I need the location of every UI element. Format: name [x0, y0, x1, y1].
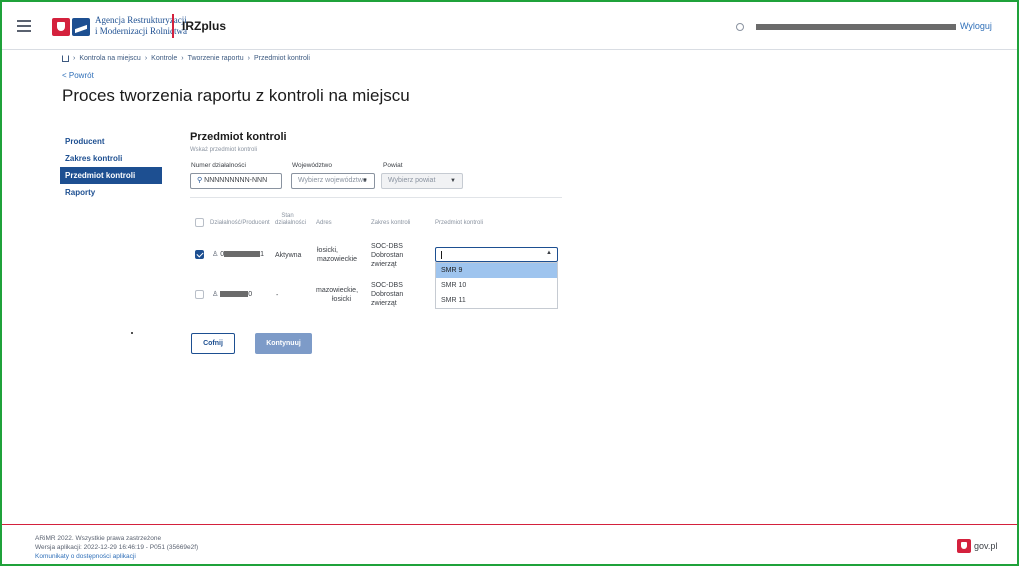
row-checkbox[interactable] — [195, 250, 204, 259]
address-line: mazowieckie — [317, 256, 358, 263]
numer-search-input[interactable]: ⚲ NNNNNNNNN-NNN — [190, 173, 282, 189]
user-name-redacted — [756, 24, 956, 30]
breadcrumb-current: Przedmiot kontroli — [253, 55, 310, 62]
person-icon: ♙ — [212, 251, 219, 258]
chevron-up-icon: ▲ — [546, 250, 552, 256]
breadcrumb-separator-icon: › — [181, 55, 184, 62]
breadcrumb-item[interactable]: Tworzenie raportu — [188, 55, 244, 62]
menu-icon[interactable] — [17, 20, 31, 32]
section-subtitle: Wskaż przedmiot kontroli — [190, 147, 258, 153]
app-name: IRZplus — [182, 19, 226, 33]
user-icon — [736, 23, 744, 31]
row-address: łosicki, mazowieckie — [317, 246, 357, 264]
col-header-dzialalnosc: Działalność/Producent — [210, 220, 270, 226]
row-checkbox[interactable] — [195, 290, 204, 299]
col-header-adres: Adres — [316, 220, 332, 226]
chevron-down-icon: ▼ — [362, 178, 368, 184]
breadcrumb-separator-icon: › — [73, 55, 76, 62]
chevron-down-icon: ▼ — [450, 178, 456, 184]
powiat-select[interactable]: Wybierz powiat ▼ — [381, 173, 463, 189]
address-line: łosicki, — [317, 247, 339, 254]
divider — [190, 197, 562, 198]
scope-line: Dobrostan — [371, 291, 404, 298]
poland-emblem-icon — [52, 18, 70, 36]
top-header: Agencja Restrukturyzacji i Modernizacji … — [2, 2, 1017, 50]
wojewodztwo-value: Wybierz województwo — [298, 177, 367, 184]
producer-id-redacted — [220, 291, 249, 298]
search-icon: ⚲ — [197, 177, 203, 184]
wojewodztwo-select[interactable]: Wybierz województwo ▼ — [291, 173, 375, 189]
footer-version: Wersja aplikacji: 2022-12-29 16:46:19 - … — [35, 544, 199, 551]
breadcrumb-separator-icon: › — [144, 55, 148, 62]
page-title: Proces tworzenia raportu z kontroli na m… — [62, 86, 410, 105]
scope-line: SOC-DBS — [371, 243, 403, 250]
scope-line: Dobrostan — [371, 252, 404, 259]
dropdown-option[interactable]: SMR 9 — [436, 263, 557, 278]
govpl-logo[interactable]: gov.pl — [957, 539, 997, 553]
continue-button[interactable]: Kontynuuj — [255, 333, 312, 354]
col-header-przedmiot: Przedmiot kontroli — [435, 220, 484, 226]
col-header-zakres: Zakres kontroli — [371, 220, 411, 226]
step-nav: Producent Zakres kontroli Przedmiot kont… — [60, 133, 162, 201]
back-link[interactable]: < Powrót — [62, 71, 94, 80]
home-icon[interactable] — [62, 55, 69, 62]
numer-label: Numer działalności — [191, 162, 246, 169]
section-title: Przedmiot kontroli — [190, 131, 287, 143]
person-icon: ♙ — [212, 291, 219, 298]
step-nav-item-producent[interactable]: Producent — [60, 133, 162, 150]
dropdown-option[interactable]: SMR 11 — [436, 293, 557, 308]
dropdown-option[interactable]: SMR 10 — [436, 278, 557, 293]
logout-link[interactable]: Wyloguj — [960, 21, 992, 31]
back-button[interactable]: Cofnij — [191, 333, 235, 354]
govpl-text: gov.pl — [974, 541, 998, 551]
numer-placeholder: NNNNNNNNN-NNN — [204, 177, 268, 184]
breadcrumb-separator-icon: › — [247, 55, 250, 62]
przedmiot-kontroli-options: SMR 9 SMR 10 SMR 11 — [435, 262, 558, 309]
row-scope: SOC-DBS Dobrostan zwierząt — [371, 242, 403, 269]
footer-copyright: ARiMR 2022. Wszystkie prawa zastrzeżone — [35, 535, 162, 542]
producer-id-suffix: 1 — [260, 251, 265, 258]
step-nav-item-przedmiot[interactable]: Przedmiot kontroli — [60, 167, 162, 184]
breadcrumb: › Kontrola na miejscu › Kontrole › Tworz… — [62, 55, 310, 62]
scope-line: zwierząt — [371, 261, 397, 268]
col-header-stan: Stan działalności — [275, 213, 307, 227]
step-nav-item-zakres[interactable]: Zakres kontroli — [60, 150, 162, 167]
row-status: - — [276, 292, 279, 299]
powiat-label: Powiat — [383, 162, 403, 169]
select-all-checkbox[interactable] — [195, 218, 204, 227]
breadcrumb-item[interactable]: Kontrole — [151, 55, 177, 62]
przedmiot-kontroli-select[interactable]: ▲ — [435, 247, 558, 262]
poland-emblem-icon — [957, 539, 971, 553]
arimr-logo-icon — [72, 18, 90, 36]
producer-id-redacted — [224, 251, 261, 258]
footer-divider — [2, 524, 1017, 525]
stray-dot — [131, 332, 133, 334]
wojewodztwo-label: Województwo — [292, 162, 332, 169]
logo-divider — [172, 14, 174, 38]
address-line: łosicki — [332, 296, 352, 303]
row-status: Aktywna — [275, 252, 302, 259]
col-header-stan-line2: działalności — [275, 220, 307, 226]
scope-line: SOC-DBS — [371, 282, 403, 289]
text-cursor — [441, 251, 442, 259]
row-producer: ♙ 01 — [212, 250, 264, 259]
scope-line: zwierząt — [371, 300, 397, 307]
producer-id-suffix: 0 — [248, 291, 253, 298]
col-header-stan-line1: Stan — [281, 213, 294, 219]
row-scope: SOC-DBS Dobrostan zwierząt — [371, 281, 403, 308]
breadcrumb-item[interactable]: Kontrola na miejscu — [79, 55, 140, 62]
powiat-value: Wybierz powiat — [388, 177, 436, 184]
row-address: mazowieckie, łosicki — [316, 286, 358, 304]
accessibility-link[interactable]: Komunikaty o dostępności aplikacji — [35, 552, 198, 561]
address-line: mazowieckie, — [316, 287, 359, 294]
step-nav-item-raporty[interactable]: Raporty — [60, 184, 162, 201]
row-producer: ♙ 0 — [212, 290, 252, 299]
footer-info: ARiMR 2022. Wszystkie prawa zastrzeżone … — [35, 534, 198, 561]
